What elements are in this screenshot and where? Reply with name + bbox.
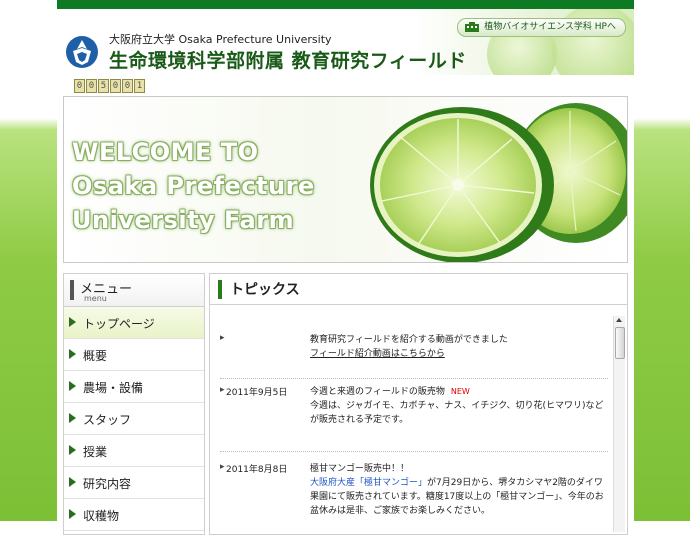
bullet-icon: ▸: [220, 462, 225, 472]
sidebar-item-label: 授業: [83, 445, 108, 459]
link-label: 植物バイオサイエンス学科 HPへ: [484, 22, 616, 32]
topic-headline: 今週と来週のフィールドの販売物: [310, 387, 445, 397]
sidebar-item-overview[interactable]: 概要: [64, 339, 204, 371]
topic-item: ▸ 2011年9月5日 今週と来週のフィールドの販売物 NEW 今週は、ジャガイモ…: [220, 385, 608, 452]
sidebar-item-top-page[interactable]: トップページ: [64, 307, 204, 339]
sidebar-item-label: 収穫物: [83, 509, 120, 523]
welcome-line: WELCOME TO: [72, 138, 259, 166]
topic-body: 教育研究フィールドを紹介する動画ができました フィールド紹介動画はこちらから: [310, 333, 608, 361]
topic-date: 2011年8月8日: [226, 465, 288, 475]
sidebar-item-label: 農場・設備: [83, 381, 144, 395]
topics-header: トピックス: [210, 274, 627, 305]
plant-bioscience-hp-link[interactable]: 植物バイオサイエンス学科 HPへ: [457, 18, 626, 37]
topics-title: トピックス: [230, 282, 300, 298]
video-link[interactable]: フィールド紹介動画はこちらから: [310, 349, 445, 359]
welcome-line: Osaka Prefecture: [72, 172, 315, 200]
access-counter: 0 0 5 0 0 1: [74, 79, 145, 93]
site-header: 大阪府立大学 Osaka Prefecture University 生命環境科…: [57, 9, 634, 75]
menu-header: メニュー menu: [64, 274, 204, 307]
counter-digit: 1: [134, 79, 145, 93]
topic-date: 2011年9月5日: [226, 388, 288, 398]
triangle-right-icon: [69, 413, 76, 423]
counter-digit: 0: [74, 79, 85, 93]
welcome-text: WELCOME TO Osaka Prefecture University F…: [72, 135, 315, 237]
scroll-thumb[interactable]: [615, 327, 625, 359]
bullet-icon: ▸: [220, 333, 225, 343]
counter-digit: 0: [86, 79, 97, 93]
triangle-right-icon: [69, 381, 76, 391]
topic-item: ▸ 教育研究フィールドを紹介する動画ができました フィールド紹介動画はこちらから: [220, 333, 608, 379]
mango-highlight[interactable]: 大阪府大産「極甘マンゴー」: [310, 478, 427, 488]
topics-scrollbar[interactable]: [613, 316, 625, 532]
triangle-right-icon: [69, 317, 76, 327]
sidebar-item-classes[interactable]: 授業: [64, 435, 204, 467]
building-icon: [465, 22, 480, 32]
triangle-right-icon: [69, 445, 76, 455]
topic-item: ▸ 2011年8月8日 極甘マンゴー販売中！！ 大阪府大産「極甘マンゴー」が7月…: [220, 462, 608, 534]
topics-list[interactable]: ▸ 教育研究フィールドを紹介する動画ができました フィールド紹介動画はこちらから…: [210, 305, 610, 534]
sidebar-item-label: スタッフ: [83, 413, 132, 427]
university-logo-icon[interactable]: [65, 35, 99, 69]
welcome-line: University Farm: [72, 206, 295, 234]
topic-body: 極甘マンゴー販売中！！ 大阪府大産「極甘マンゴー」が7月29日から、堺タカシマヤ…: [310, 462, 608, 518]
topic-headline: 極甘マンゴー販売中！！: [310, 464, 410, 474]
menu-header-bar: [70, 280, 74, 300]
sidebar-item-label: 概要: [83, 349, 108, 363]
sidebar-item-research[interactable]: 研究内容: [64, 467, 204, 499]
hero-banner: WELCOME TO Osaka Prefecture University F…: [63, 96, 628, 263]
triangle-right-icon: [69, 477, 76, 487]
counter-digit: 0: [110, 79, 121, 93]
site-title[interactable]: 生命環境科学部附属 教育研究フィールド: [109, 46, 467, 73]
sidebar-menu: メニュー menu トップページ 概要 農場・設備 スタッフ 授業 研究内容 収…: [63, 273, 205, 535]
counter-digit: 5: [98, 79, 109, 93]
page-container: 大阪府立大学 Osaka Prefecture University 生命環境科…: [57, 0, 634, 535]
bullet-icon: ▸: [220, 385, 225, 395]
topic-text: 教育研究フィールドを紹介する動画ができました: [310, 335, 508, 345]
triangle-right-icon: [69, 509, 76, 519]
sidebar-item-label: トップページ: [83, 317, 155, 331]
topics-header-bar: [218, 280, 222, 299]
topic-text: 今週は、ジャガイモ、カボチャ、ナス、イチジク、切り花(ヒマワリ)などが販売される…: [310, 401, 604, 425]
topics-panel: トピックス ▸ 教育研究フィールドを紹介する動画ができました フィールド紹介動画…: [209, 273, 628, 535]
scroll-up-icon[interactable]: [616, 318, 622, 322]
new-badge: NEW: [450, 387, 470, 396]
sidebar-item-harvest[interactable]: 収穫物: [64, 499, 204, 531]
sidebar-item-farm-facilities[interactable]: 農場・設備: [64, 371, 204, 403]
university-name: 大阪府立大学 Osaka Prefecture University: [109, 33, 332, 46]
sidebar-item-label: 研究内容: [83, 477, 132, 491]
lime-image: [370, 103, 627, 262]
counter-digit: 0: [122, 79, 133, 93]
sidebar-item-staff[interactable]: スタッフ: [64, 403, 204, 435]
triangle-right-icon: [69, 349, 76, 359]
topic-body: 今週と来週のフィールドの販売物 NEW 今週は、ジャガイモ、カボチャ、ナス、イチジ…: [310, 385, 608, 427]
menu-subtitle: menu: [84, 294, 107, 303]
top-bar: [57, 0, 634, 9]
